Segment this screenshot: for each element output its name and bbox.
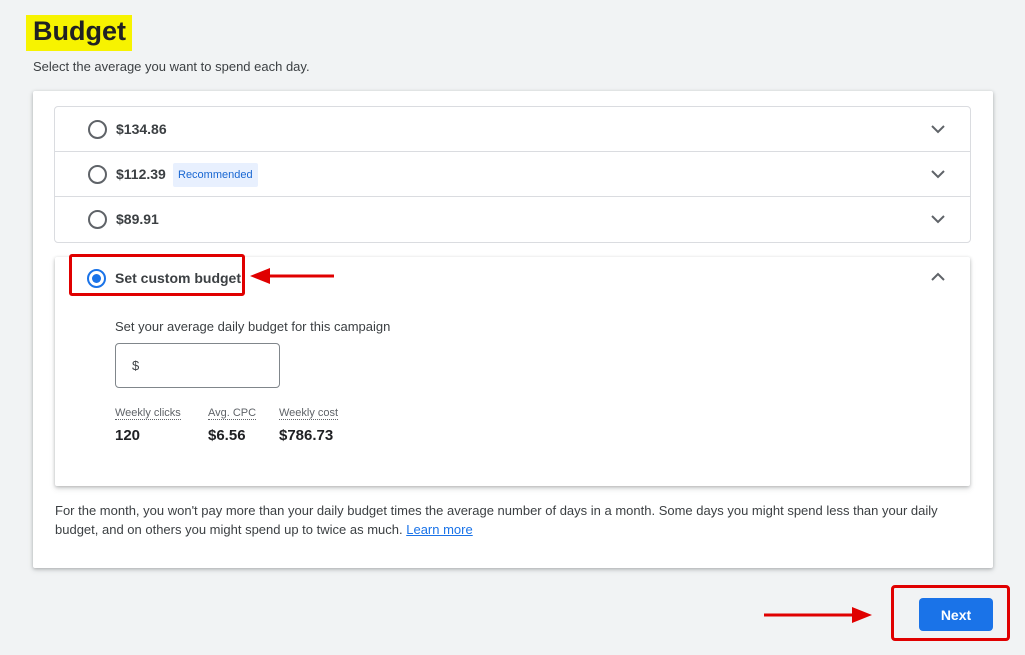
chevron-down-icon[interactable] bbox=[930, 211, 946, 227]
custom-budget-highlight bbox=[69, 254, 245, 296]
budget-option-2[interactable]: $112.39 Recommended bbox=[54, 151, 971, 197]
chevron-down-icon[interactable] bbox=[930, 121, 946, 137]
currency-symbol: $ bbox=[132, 358, 140, 373]
budget-option-3[interactable]: $89.91 bbox=[54, 196, 971, 243]
stat-value: $786.73 bbox=[279, 427, 334, 444]
next-button[interactable]: Next bbox=[919, 598, 993, 631]
option-amount: $134.86 bbox=[116, 121, 167, 137]
radio-button[interactable] bbox=[88, 210, 107, 229]
custom-budget-description: Set your average daily budget for this c… bbox=[115, 319, 391, 334]
recommended-badge: Recommended bbox=[173, 163, 258, 187]
stat-label[interactable]: Avg. CPC bbox=[208, 407, 257, 420]
stat-value: $6.56 bbox=[208, 427, 246, 444]
stat-label[interactable]: Weekly clicks bbox=[115, 407, 181, 420]
note-text: For the month, you won't pay more than y… bbox=[55, 503, 938, 537]
chevron-down-icon[interactable] bbox=[930, 166, 946, 182]
stat-avg-cpc: Avg. CPC $6.56 bbox=[208, 403, 257, 444]
monthly-budget-note: For the month, you won't pay more than y… bbox=[55, 501, 975, 539]
learn-more-link[interactable]: Learn more bbox=[406, 522, 472, 537]
option-amount: $112.39 bbox=[116, 166, 166, 182]
page-subtitle: Select the average you want to spend eac… bbox=[33, 59, 310, 74]
budget-card: $134.86 $112.39 Recommended $89.91 Set c… bbox=[33, 91, 993, 568]
option-amount: $89.91 bbox=[116, 211, 159, 227]
page-title: Budget bbox=[33, 16, 126, 46]
daily-budget-field[interactable]: $ bbox=[115, 343, 280, 388]
stat-label[interactable]: Weekly cost bbox=[279, 407, 339, 420]
stat-weekly-cost: Weekly cost $786.73 bbox=[279, 403, 339, 444]
daily-budget-input[interactable] bbox=[146, 352, 271, 380]
radio-button[interactable] bbox=[88, 120, 107, 139]
chevron-up-icon[interactable] bbox=[930, 269, 946, 285]
stat-weekly-clicks: Weekly clicks 120 bbox=[115, 403, 181, 444]
arrow-right-icon bbox=[764, 607, 872, 623]
budget-option-1[interactable]: $134.86 bbox=[54, 106, 971, 152]
radio-button[interactable] bbox=[88, 165, 107, 184]
arrow-left-icon bbox=[250, 268, 334, 284]
stat-value: 120 bbox=[115, 427, 141, 444]
